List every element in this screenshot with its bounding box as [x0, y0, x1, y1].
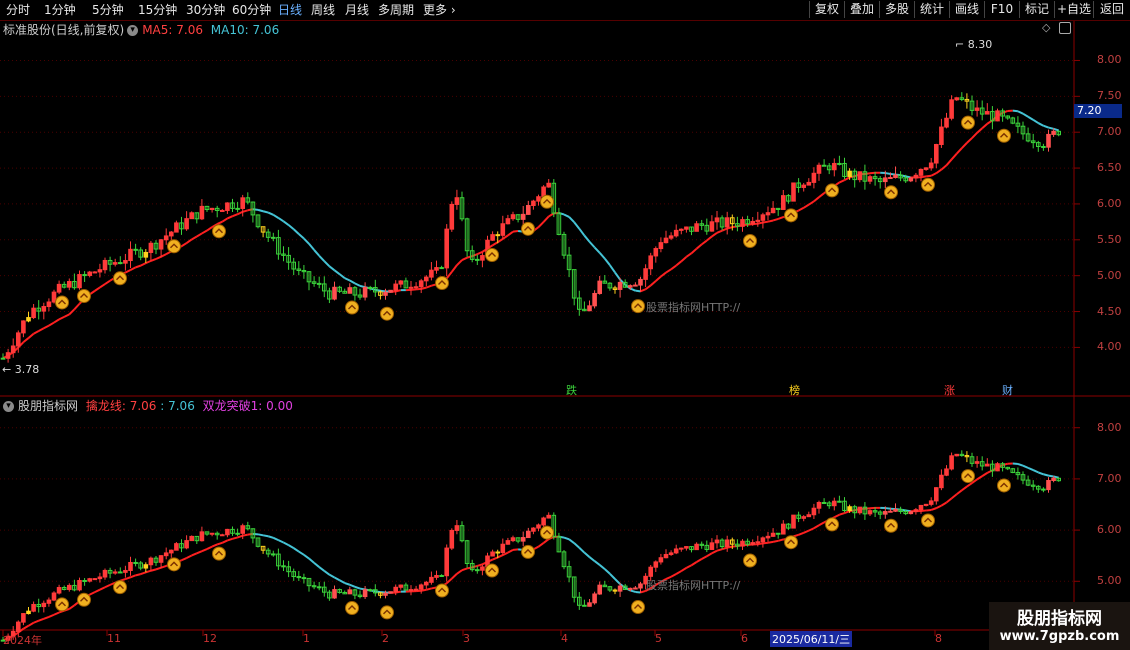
overlay-button[interactable]: 叠加: [844, 1, 879, 18]
chevron-right-icon: ›: [447, 3, 456, 17]
tab-multi-period[interactable]: 多周期: [378, 2, 414, 18]
statistics-button[interactable]: 统计: [914, 1, 949, 18]
arrow-left-icon: ←: [2, 363, 15, 376]
brand-name: 股朋指标网: [1017, 609, 1102, 629]
add-watchlist-button[interactable]: +自选: [1054, 1, 1093, 18]
diamond-icon[interactable]: ◇: [1042, 21, 1050, 34]
date-label: 11: [107, 632, 121, 645]
fuquan-button[interactable]: 复权: [809, 1, 844, 18]
window-toggle-icon[interactable]: [1059, 22, 1071, 34]
indicator-pane-header: ▾ 股朋指标网 擒龙线: 7.06 : 7.06 双龙突破1: 0.00: [0, 398, 293, 414]
ma5-label: MA5: 7.06: [142, 23, 203, 37]
date-label: 4: [561, 632, 568, 645]
arrow-left-icon: ⌐: [955, 38, 968, 51]
date-axis: 2024年 11 12 1 2 3 4 5 6 2025/06/11/三 8: [0, 630, 1075, 650]
event-tag-fall[interactable]: 跌: [566, 382, 577, 398]
tab-daily[interactable]: 日线: [278, 2, 302, 18]
y-tick-label: 6.00: [1097, 523, 1122, 537]
y-tick-label: 4.00: [1097, 340, 1122, 354]
y-tick-label: 5.00: [1097, 574, 1122, 588]
tab-fenshi[interactable]: 分时: [6, 2, 30, 18]
y-tick-label: 8.00: [1097, 420, 1122, 434]
main-pane-header: 标准股份(日线,前复权) ▾ MA5: 7.06 MA10: 7.06: [0, 22, 279, 38]
indicator-watermark: 股票指标网HTTP://: [646, 579, 741, 592]
event-tag-list[interactable]: 榜: [789, 382, 800, 398]
y-tick-label: 4.50: [1097, 304, 1122, 318]
tab-weekly[interactable]: 周线: [311, 2, 335, 18]
collapse-icon[interactable]: ▾: [127, 25, 139, 36]
more-label: 更多: [423, 3, 448, 17]
y-tick-label: 7.00: [1097, 125, 1122, 139]
qinlong-line-label: 擒龙线: 7.06: [85, 399, 157, 413]
indicator-title: 股朋指标网: [18, 399, 79, 413]
event-tag-rise[interactable]: 涨: [944, 382, 955, 398]
current-price-tag: 7.20: [1074, 104, 1122, 118]
high-price-marker: ⌐ 8.30: [955, 38, 993, 51]
date-label: 6: [741, 632, 748, 645]
tab-monthly[interactable]: 月线: [345, 2, 369, 18]
tab-5min[interactable]: 5分钟: [92, 2, 124, 18]
double-dragon-label: 双龙突破1: 0.00: [202, 399, 293, 413]
tab-1min[interactable]: 1分钟: [44, 2, 76, 18]
date-label: 3: [463, 632, 470, 645]
main-watermark: 股票指标网HTTP://: [646, 301, 741, 314]
f10-button[interactable]: F10: [984, 1, 1019, 18]
secondary-line-label: : 7.06: [160, 399, 195, 413]
date-label: 8: [935, 632, 942, 645]
date-label: 5: [655, 632, 662, 645]
cursor-date-label: 2025/06/11/三: [770, 631, 853, 647]
stock-title: 标准股份(日线,前复权): [3, 23, 125, 37]
indicator-pane: ▾ 股朋指标网 擒龙线: 7.06 : 7.06 双龙突破1: 0.00: [0, 397, 1130, 629]
date-label: 2: [382, 632, 389, 645]
tab-more[interactable]: 更多 ›: [423, 2, 456, 18]
brand-watermark: 股朋指标网 www.7gpzb.com: [989, 602, 1130, 650]
back-button[interactable]: 返回: [1093, 1, 1130, 18]
low-price-marker: ← 3.78: [2, 363, 40, 376]
y-tick-label: 6.00: [1097, 196, 1122, 210]
y-tick-label: 5.50: [1097, 232, 1122, 246]
y-tick-label: 5.00: [1097, 268, 1122, 282]
main-chart-pane: 标准股份(日线,前复权) ▾ MA5: 7.06 MA10: 7.06 ◇: [0, 21, 1130, 396]
y-tick-label: 6.50: [1097, 161, 1122, 175]
mark-button[interactable]: 标记: [1019, 1, 1054, 18]
period-toolbar: 分时 1分钟 5分钟 15分钟 30分钟 60分钟 日线 周线 月线 多周期 更…: [0, 0, 1130, 21]
date-label: 1: [303, 632, 310, 645]
y-tick-label: 7.00: [1097, 471, 1122, 485]
indicator-collapse-icon[interactable]: ▾: [3, 401, 14, 412]
y-tick-label: 7.50: [1097, 89, 1122, 103]
multi-stock-button[interactable]: 多股: [879, 1, 914, 18]
tab-15min[interactable]: 15分钟: [138, 2, 177, 18]
tab-30min[interactable]: 30分钟: [186, 2, 225, 18]
draw-line-button[interactable]: 画线: [949, 1, 984, 18]
ma10-label: MA10: 7.06: [210, 23, 280, 37]
date-label: 2024年: [3, 634, 42, 647]
event-tag-finance[interactable]: 财: [1002, 382, 1013, 398]
date-label: 12: [203, 632, 217, 645]
tab-60min[interactable]: 60分钟: [232, 2, 271, 18]
brand-url: www.7gpzb.com: [999, 629, 1120, 644]
y-tick-label: 8.00: [1097, 53, 1122, 67]
